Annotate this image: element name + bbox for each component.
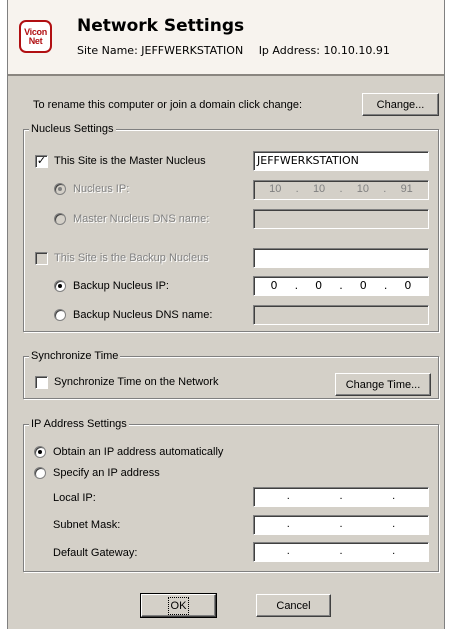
ip-address-label: Ip Address: [258, 44, 320, 57]
ip-dot: . [286, 545, 290, 557]
ip-dot: . [286, 490, 290, 502]
ip-dot: . [339, 518, 343, 530]
master-dns-label: Master Nucleus DNS name: [73, 213, 210, 225]
master-nucleus-label: This Site is the Master Nucleus [54, 155, 206, 167]
master-nucleus-name-field[interactable]: JEFFWERKSTATION [253, 151, 429, 171]
backup-ip-octet: 0 [270, 279, 278, 292]
network-settings-dialog: Vicon Net Network Settings Site Name: JE… [7, 0, 445, 629]
obtain-ip-auto-label: Obtain an IP address automatically [53, 446, 224, 458]
backup-ip-octet: 0 [359, 279, 367, 292]
backup-nucleus-ip-radio[interactable] [54, 280, 66, 292]
change-time-button[interactable]: Change Time... [335, 373, 431, 396]
backup-nucleus-ip-field[interactable]: 0. 0. 0. 0 [253, 276, 429, 296]
subnet-mask-label: Subnet Mask: [53, 519, 121, 531]
specify-ip-label: Specify an IP address [53, 467, 160, 479]
ip-dot: . [286, 518, 290, 530]
default-gateway-label: Default Gateway: [53, 547, 138, 559]
dialog-title: Network Settings [77, 16, 245, 36]
cancel-button[interactable]: Cancel [256, 594, 331, 617]
backup-ip-octet: 0 [404, 279, 412, 292]
ok-button[interactable]: OK [140, 593, 217, 618]
nucleus-ip-radio[interactable] [54, 183, 66, 195]
local-ip-field[interactable]: . . . [253, 487, 429, 507]
backup-dns-radio[interactable] [54, 309, 66, 321]
backup-dns-label: Backup Nucleus DNS name: [73, 309, 213, 321]
backup-nucleus-checkbox[interactable] [35, 252, 48, 265]
site-name-label: Site Name: [77, 44, 138, 57]
backup-ip-octet: 0 [315, 279, 323, 292]
default-gateway-field[interactable]: . . . [253, 542, 429, 562]
nucleus-ip-octet: 10 [269, 183, 282, 195]
site-info: Site Name: JEFFWERKSTATION Ip Address: 1… [77, 44, 390, 57]
change-button[interactable]: Change... [362, 93, 439, 116]
ip-address-settings-legend: IP Address Settings [29, 418, 129, 431]
obtain-ip-auto-radio[interactable] [34, 446, 46, 458]
dialog-header: Vicon Net Network Settings Site Name: JE… [8, 0, 444, 76]
rename-instructions: To rename this computer or join a domain… [33, 99, 303, 111]
ip-dot: . [392, 518, 396, 530]
synchronize-time-checkbox[interactable] [35, 376, 48, 389]
ip-dot: . [392, 545, 396, 557]
ip-dot: . [392, 490, 396, 502]
backup-dns-field[interactable] [253, 305, 429, 325]
master-dns-field[interactable] [253, 209, 429, 229]
master-nucleus-checkbox[interactable]: ✓ [35, 155, 48, 168]
local-ip-label: Local IP: [53, 492, 96, 504]
nucleus-settings-legend: Nucleus Settings [29, 123, 116, 136]
subnet-mask-field[interactable]: . . . [253, 515, 429, 535]
nucleus-ip-octet: 91 [400, 183, 413, 195]
nucleus-ip-field[interactable]: 10. 10. 10. 91 [253, 180, 429, 200]
ok-button-label: OK [167, 596, 190, 615]
specify-ip-radio[interactable] [34, 467, 46, 479]
site-name-value: JEFFWERKSTATION [141, 44, 244, 57]
backup-nucleus-ip-label: Backup Nucleus IP: [73, 280, 169, 292]
synchronize-time-label: Synchronize Time on the Network [54, 376, 219, 388]
nucleus-ip-label: Nucleus IP: [73, 183, 130, 195]
ip-dot: . [339, 490, 343, 502]
nucleus-ip-octet: 10 [356, 183, 369, 195]
backup-nucleus-name-field[interactable] [253, 248, 429, 268]
nucleus-ip-octet: 10 [312, 183, 326, 195]
logo-line2: Net [28, 35, 43, 46]
backup-nucleus-label: This Site is the Backup Nucleus [54, 252, 209, 264]
ip-address-value: 10.10.10.91 [323, 44, 390, 57]
master-dns-radio[interactable] [54, 213, 66, 225]
vicon-net-logo: Vicon Net [19, 20, 52, 53]
synchronize-time-legend: Synchronize Time [29, 350, 121, 363]
ip-dot: . [339, 545, 343, 557]
